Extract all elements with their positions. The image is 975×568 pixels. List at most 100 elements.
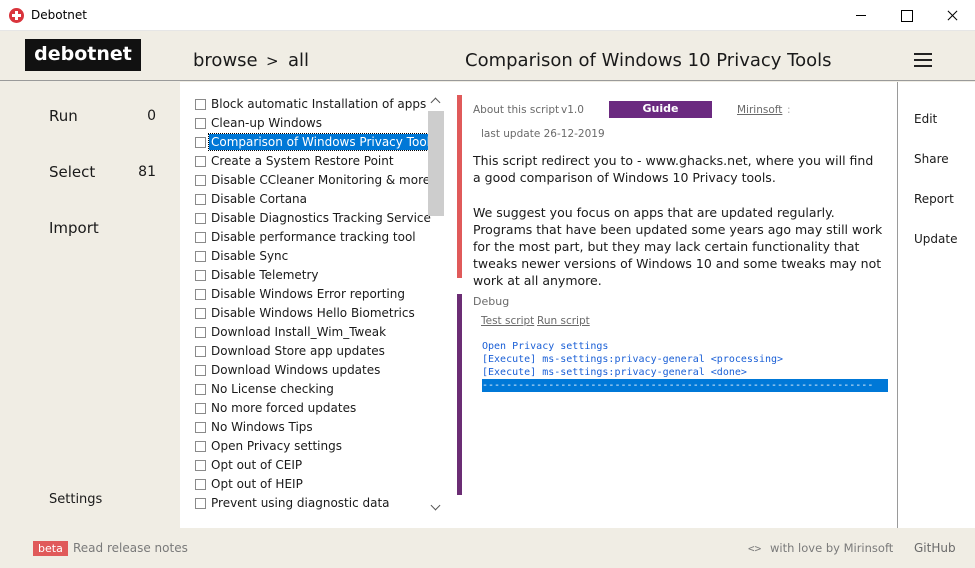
checkbox[interactable] [195, 193, 206, 205]
script-list-item[interactable]: Disable Windows Hello Biometrics [195, 304, 417, 322]
script-list-item[interactable]: No Windows Tips [195, 418, 315, 436]
right-nav: Edit Share Report Update [897, 82, 975, 528]
checkbox[interactable] [195, 117, 206, 129]
script-list-item[interactable]: Disable Cortana [195, 190, 309, 208]
checkbox[interactable] [195, 364, 206, 376]
script-list-item-label: Download Store app updates [211, 344, 385, 358]
script-list-item[interactable]: Open Privacy settings [195, 437, 344, 455]
console-line: [Execute] ms-settings:privacy-general <d… [482, 367, 747, 378]
script-list-item[interactable]: Disable performance tracking tool [195, 228, 418, 246]
breadcrumb-all[interactable]: all [288, 50, 309, 71]
script-list-item[interactable]: Clean-up Windows [195, 114, 324, 132]
script-list-item-label: Create a System Restore Point [211, 154, 394, 168]
checkbox[interactable] [195, 269, 206, 281]
script-list-item-label: Prevent using diagnostic data [211, 496, 390, 510]
share-button[interactable]: Share [914, 152, 949, 166]
about-label: About this script [473, 104, 560, 116]
beta-badge: beta [33, 541, 68, 556]
console-line-selected: ----------------------------------------… [482, 379, 888, 392]
checkbox[interactable] [195, 288, 206, 300]
list-scrollbar[interactable] [428, 94, 444, 514]
script-list-item[interactable]: Opt out of HEIP [195, 475, 305, 493]
debug-console[interactable]: Open Privacy settings [Execute] ms-setti… [482, 340, 888, 392]
script-list-item-label: Open Privacy settings [211, 439, 342, 453]
script-list-item[interactable]: Disable CCleaner Monitoring & more [195, 171, 432, 189]
checkbox[interactable] [195, 440, 206, 452]
nav-item-import[interactable]: Import [0, 218, 180, 240]
checkbox[interactable] [195, 212, 206, 224]
checkbox[interactable] [195, 497, 206, 509]
script-list-item-label: Disable Telemetry [211, 268, 319, 282]
footer: beta Read release notes <> with love by … [0, 528, 975, 568]
checkbox[interactable] [195, 383, 206, 395]
hamburger-icon[interactable] [914, 53, 932, 67]
script-list-item-label: Block automatic Installation of apps [211, 97, 427, 111]
github-link[interactable]: GitHub [914, 541, 956, 555]
minimize-icon[interactable] [838, 0, 884, 31]
scroll-thumb[interactable] [428, 111, 444, 216]
guide-button[interactable]: Guide [609, 101, 712, 118]
checkbox[interactable] [195, 345, 206, 357]
maximize-icon[interactable] [883, 0, 929, 31]
script-list-item[interactable]: Disable Diagnostics Tracking Service [195, 209, 433, 227]
scroll-up-icon[interactable] [428, 94, 444, 108]
breadcrumb-browse[interactable]: browse [193, 50, 258, 71]
script-list-item[interactable]: Create a System Restore Point [195, 152, 396, 170]
debug-label: Debug [473, 295, 510, 308]
app-icon [9, 8, 24, 23]
scroll-down-icon[interactable] [428, 500, 444, 514]
script-list-item[interactable]: Disable Telemetry [195, 266, 321, 284]
checkbox[interactable] [195, 421, 206, 433]
checkbox[interactable] [195, 459, 206, 471]
update-button[interactable]: Update [914, 232, 957, 246]
script-list-item[interactable]: Block automatic Installation of apps [195, 95, 428, 113]
script-list-item[interactable]: No more forced updates [195, 399, 358, 417]
script-list-item[interactable]: Download Store app updates [195, 342, 387, 360]
page-title: Comparison of Windows 10 Privacy Tools [465, 50, 832, 71]
settings-link[interactable]: Settings [49, 492, 102, 507]
nav-label-select: Select [49, 163, 96, 181]
script-list-item-label: Comparison of Windows Privacy Tools [207, 133, 440, 151]
close-icon[interactable] [929, 0, 975, 31]
nav-item-run[interactable]: Run 0 [0, 106, 180, 128]
nav-count-select: 81 [138, 164, 156, 180]
script-list-item[interactable]: Opt out of CEIP [195, 456, 304, 474]
script-list-item[interactable]: Comparison of Windows Privacy Tools [195, 133, 440, 151]
report-button[interactable]: Report [914, 192, 954, 206]
checkbox[interactable] [195, 231, 206, 243]
script-list-item[interactable]: Disable Windows Error reporting [195, 285, 407, 303]
checkbox[interactable] [195, 174, 206, 186]
checkbox[interactable] [195, 136, 206, 148]
script-list-item-label: Disable performance tracking tool [211, 230, 416, 244]
run-script-link[interactable]: Run script [537, 315, 590, 327]
release-notes-link[interactable]: Read release notes [73, 541, 188, 555]
nav-count-run: 0 [147, 108, 156, 124]
checkbox[interactable] [195, 250, 206, 262]
edit-button[interactable]: Edit [914, 112, 937, 126]
script-list-item-label: Disable Sync [211, 249, 289, 263]
checkbox[interactable] [195, 478, 206, 490]
about-accent-bar [457, 95, 462, 278]
app-header: debotnet browse > all Comparison of Wind… [0, 31, 975, 81]
debug-accent-bar [457, 294, 462, 495]
checkbox[interactable] [195, 98, 206, 110]
author-link[interactable]: Mirinsoft [737, 104, 782, 116]
script-list-item-label: No Windows Tips [211, 420, 313, 434]
checkbox[interactable] [195, 326, 206, 338]
script-list-item-label: Disable CCleaner Monitoring & more [211, 173, 431, 187]
script-list-item[interactable]: No License checking [195, 380, 336, 398]
script-list-item[interactable]: Download Windows updates [195, 361, 382, 379]
checkbox[interactable] [195, 402, 206, 414]
script-list-item[interactable]: Prevent using diagnostic data [195, 494, 392, 512]
credits-text: with love by Mirinsoft [770, 541, 894, 555]
checkbox[interactable] [195, 307, 206, 319]
script-list-item[interactable]: Download Install_Wim_Tweak [195, 323, 388, 341]
nav-item-select[interactable]: Select 81 [0, 162, 180, 184]
script-list-item-label: Download Install_Wim_Tweak [211, 325, 387, 339]
checkbox[interactable] [195, 155, 206, 167]
test-script-link[interactable]: Test script [481, 315, 534, 327]
logo: debotnet [25, 39, 141, 71]
description-paragraph-1: This script redirect you to - www.ghacks… [473, 153, 874, 185]
code-icon: <> [748, 542, 762, 555]
script-list-item[interactable]: Disable Sync [195, 247, 290, 265]
